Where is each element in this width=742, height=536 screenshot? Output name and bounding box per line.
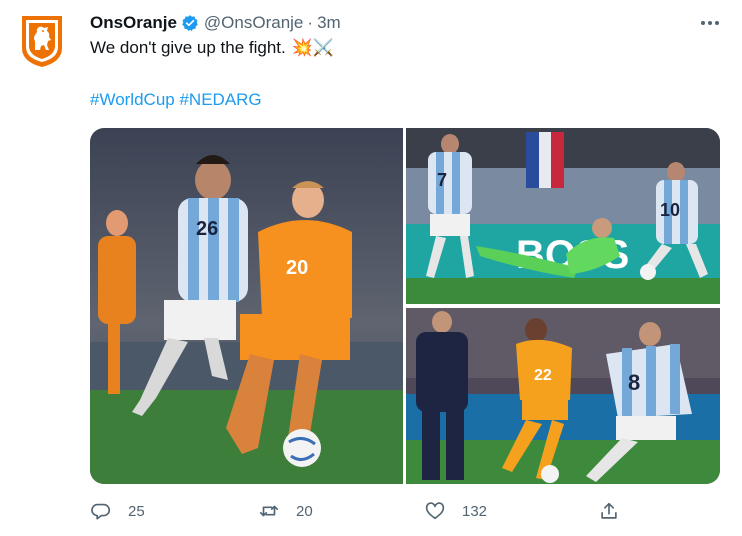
tweet-text: We don't give up the fight. 💥⚔️	[90, 38, 334, 58]
photo-3-image: 22 8	[406, 308, 720, 484]
tweet-action-bar: 25 20 132	[90, 500, 720, 524]
reply-count: 25	[128, 502, 145, 520]
like-icon	[424, 500, 446, 522]
verified-badge-icon	[181, 14, 199, 32]
reply-button[interactable]: 25	[90, 500, 145, 522]
retweet-count: 20	[296, 502, 313, 520]
hashtag-nedarg[interactable]: #NEDARG	[179, 90, 261, 109]
reply-icon	[90, 500, 112, 522]
display-name[interactable]: OnsOranje	[90, 13, 177, 33]
photo-3-number-8: 8	[628, 370, 640, 395]
more-options-icon[interactable]	[698, 12, 722, 34]
photo-2-number-7: 7	[437, 170, 447, 190]
photo-2-image: BOSS 7 10	[406, 128, 720, 304]
photo-2-number-10: 10	[660, 200, 680, 220]
knvb-lion-logo	[22, 16, 62, 67]
user-handle[interactable]: @OnsOranje	[204, 13, 303, 33]
share-button[interactable]	[598, 500, 620, 522]
hashtag-line: #WorldCup #NEDARG	[90, 90, 262, 110]
retweet-icon	[258, 500, 280, 522]
tweet-text-body: We don't give up the fight.	[90, 38, 286, 57]
photo-3-number-22: 22	[534, 367, 552, 384]
photo-3[interactable]: 22 8	[406, 308, 720, 484]
like-button[interactable]: 132	[424, 500, 487, 522]
timestamp[interactable]: 3m	[317, 13, 341, 33]
media-grid: 26 20 BOSS	[90, 128, 720, 484]
photo-1[interactable]: 26 20	[90, 128, 403, 484]
share-icon	[598, 500, 620, 522]
photo-2[interactable]: BOSS 7 10	[406, 128, 720, 304]
photo-1-number-26: 26	[196, 218, 218, 240]
separator-dot: ·	[307, 13, 314, 32]
collision-sword-emoji-icon: 💥⚔️	[291, 38, 335, 57]
tweet-header: OnsOranje @OnsOranje · 3m	[90, 12, 341, 34]
photo-1-image: 26 20	[90, 128, 403, 484]
photo-1-number-20: 20	[286, 257, 308, 279]
retweet-button[interactable]: 20	[258, 500, 313, 522]
avatar-knvb-logo[interactable]	[20, 14, 64, 68]
hashtag-worldcup[interactable]: #WorldCup	[90, 90, 175, 109]
like-count: 132	[462, 502, 488, 520]
